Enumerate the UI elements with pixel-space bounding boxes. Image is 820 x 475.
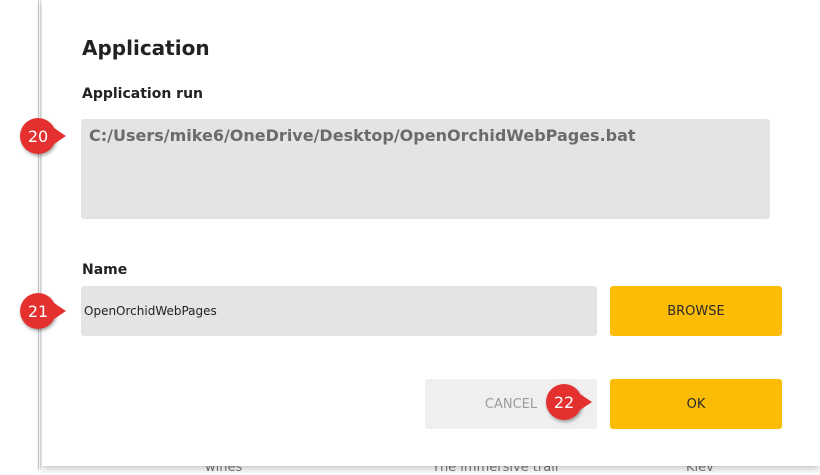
browse-button[interactable]: BROWSE: [610, 286, 782, 336]
callout-pointer-22: [580, 394, 592, 410]
ok-button[interactable]: OK: [610, 379, 782, 429]
callout-badge-22: 22: [546, 384, 582, 420]
name-input[interactable]: [81, 286, 597, 336]
background-window-edge: [38, 0, 39, 470]
callout-badge-20: 20: [20, 118, 56, 154]
application-run-label: Application run: [82, 86, 204, 102]
application-run-field[interactable]: C:/Users/mike6/OneDrive/Desktop/OpenOrch…: [81, 119, 770, 219]
background-window-edge-shadow: [40, 0, 41, 470]
name-label: Name: [82, 262, 128, 278]
application-run-value: C:/Users/mike6/OneDrive/Desktop/OpenOrch…: [89, 126, 636, 145]
callout-pointer-21: [54, 303, 66, 319]
application-dialog: Application Application run C:/Users/mik…: [42, 0, 820, 466]
callout-badge-21: 21: [20, 293, 56, 329]
callout-pointer-20: [54, 128, 66, 144]
dialog-title: Application: [82, 36, 210, 60]
